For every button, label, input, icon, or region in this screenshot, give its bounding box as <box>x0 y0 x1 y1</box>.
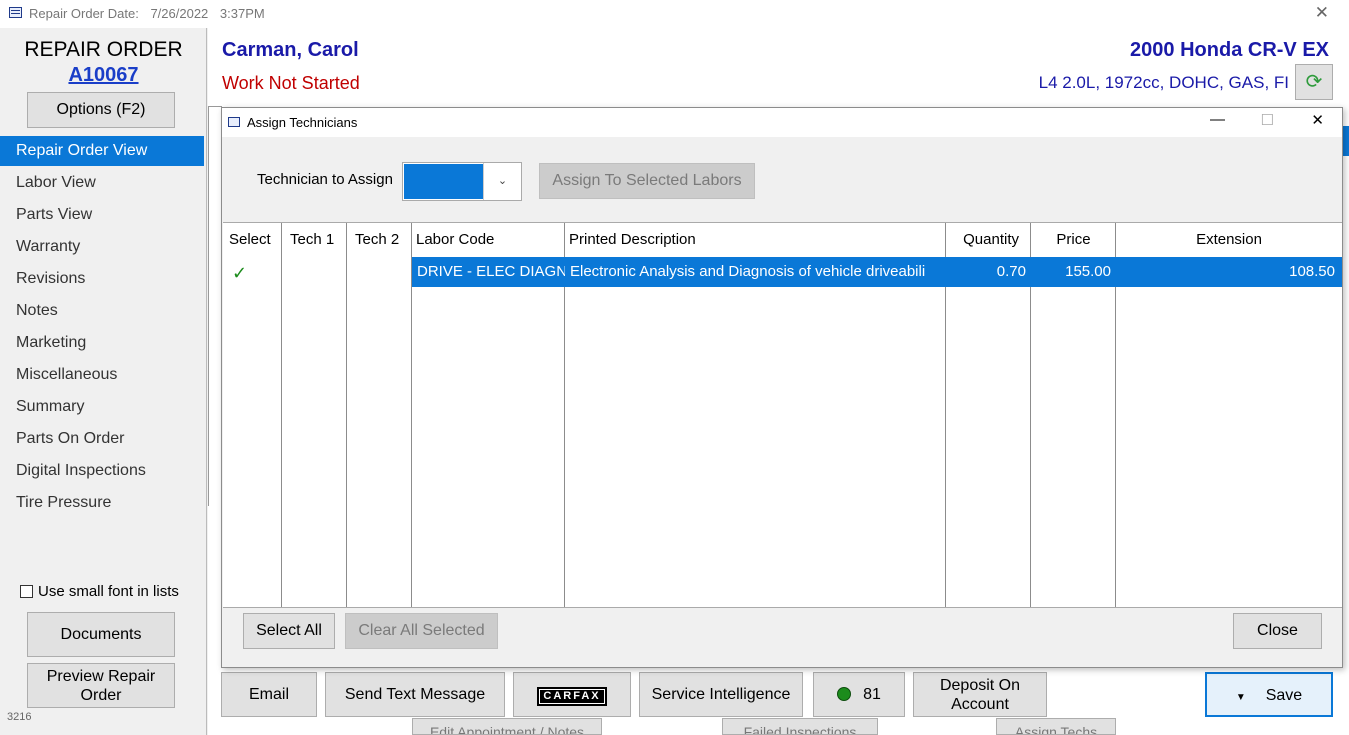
carfax-button[interactable]: CARFAX <box>513 672 631 717</box>
maximize-icon[interactable]: ☐ <box>1261 111 1274 129</box>
sidebar-item-parts-view[interactable]: Parts View <box>0 200 204 230</box>
deposit-label-line2: Account <box>951 696 1009 713</box>
column-tech1 <box>282 223 347 607</box>
header-tech1[interactable]: Tech 1 <box>284 223 347 256</box>
dialog-close-button[interactable]: Close <box>1233 613 1322 649</box>
chevron-down-icon[interactable]: ⌄ <box>483 163 521 200</box>
header-description[interactable]: Printed Description <box>563 223 944 256</box>
dialog-app-icon <box>228 117 240 127</box>
cell-extension[interactable]: 108.50 <box>1116 257 1342 287</box>
ro-date-label: Repair Order Date: <box>29 6 139 21</box>
sidebar-item-marketing[interactable]: Marketing <box>0 328 204 358</box>
work-status: Work Not Started <box>222 73 360 93</box>
small-font-label: Use small font in lists <box>38 583 179 600</box>
preview-label-line1: Preview Repair <box>46 668 156 685</box>
edit-appointment-button[interactable]: Edit Appointment / Notes <box>412 718 602 735</box>
column-tech2 <box>347 223 412 607</box>
repair-order-number[interactable]: A10067 <box>0 64 207 87</box>
technician-selected-value <box>404 164 484 199</box>
header-price[interactable]: Price <box>1031 223 1116 256</box>
cell-labor-code[interactable]: DRIVE - ELEC DIAGN <box>412 257 565 287</box>
sidebar-item-parts-on-order[interactable]: Parts On Order <box>0 424 204 454</box>
sidebar-item-notes[interactable]: Notes <box>0 296 204 326</box>
header-quantity[interactable]: Quantity <box>946 223 1025 256</box>
close-icon[interactable]: ✕ <box>1315 3 1329 23</box>
technician-select[interactable]: ⌄ <box>402 162 522 201</box>
status-count: 81 <box>863 686 881 703</box>
cell-description[interactable]: Electronic Analysis and Diagnosis of veh… <box>565 257 946 287</box>
window-title: Repair Order Date: 7/26/2022 3:37PM <box>29 6 273 21</box>
carfax-logo: CARFAX <box>537 687 607 706</box>
service-intelligence-button[interactable]: Service Intelligence <box>639 672 803 717</box>
sidebar-item-repair-order-view[interactable]: Repair Order View <box>0 136 204 166</box>
send-text-message-button[interactable]: Send Text Message <box>325 672 505 717</box>
sidebar-item-tire-pressure[interactable]: Tire Pressure <box>0 488 204 518</box>
email-button[interactable]: Email <box>221 672 317 717</box>
deposit-on-account-button[interactable]: Deposit On Account <box>913 672 1047 717</box>
sidebar-item-summary[interactable]: Summary <box>0 392 204 422</box>
labor-grid: Select Tech 1 Tech 2 Labor Code Printed … <box>223 222 1342 608</box>
header-extension[interactable]: Extension <box>1116 223 1342 256</box>
checkbox-box[interactable] <box>20 585 33 598</box>
window-titlebar: Repair Order Date: 7/26/2022 3:37PM ✕ <box>0 0 1349 28</box>
cell-quantity[interactable]: 0.70 <box>946 257 1031 287</box>
refresh-icon: ⟳ <box>1305 71 1323 93</box>
status-count-button[interactable]: 81 <box>813 672 905 717</box>
documents-button[interactable]: Documents <box>27 612 175 657</box>
assign-technicians-dialog: Assign Technicians — ☐ ✕ Technician to A… <box>221 107 1343 668</box>
dialog-close-icon[interactable]: ✕ <box>1311 111 1324 129</box>
refresh-button[interactable]: ⟳ <box>1295 64 1333 100</box>
version-label: 3216 <box>7 711 32 723</box>
clear-all-selected-button[interactable]: Clear All Selected <box>345 613 498 649</box>
engine-spec: L4 2.0L, 1972cc, DOHC, GAS, FI <box>1038 73 1289 92</box>
failed-inspections-button[interactable]: Failed Inspections <box>722 718 878 735</box>
sidebar-item-labor-view[interactable]: Labor View <box>0 168 204 198</box>
row-selected-check-icon[interactable]: ✓ <box>232 263 247 284</box>
app-icon <box>9 7 22 18</box>
repair-order-title: REPAIR ORDER <box>24 38 183 61</box>
customer-name: Carman, Carol <box>222 39 359 61</box>
status-dot-icon <box>837 687 852 701</box>
minimize-icon[interactable]: — <box>1210 111 1225 128</box>
select-all-button[interactable]: Select All <box>243 613 335 649</box>
sidebar-item-digital-inspections[interactable]: Digital Inspections <box>0 456 204 486</box>
header-labor-code[interactable]: Labor Code <box>410 223 563 256</box>
sidebar-item-revisions[interactable]: Revisions <box>0 264 204 294</box>
header-select[interactable]: Select <box>223 223 282 256</box>
preview-label-line2: Order <box>80 687 122 704</box>
header-tech2[interactable]: Tech 2 <box>349 223 412 256</box>
technician-to-assign-label: Technician to Assign <box>257 171 393 188</box>
save-label: Save <box>1265 687 1303 704</box>
preview-repair-order-button[interactable]: Preview Repair Order <box>27 663 175 708</box>
sidebar: REPAIR ORDER A10067 Options (F2) Repair … <box>0 28 207 735</box>
options-button[interactable]: Options (F2) <box>27 92 175 128</box>
save-button[interactable]: ▼ Save <box>1205 672 1333 717</box>
background-panel-edge <box>208 106 222 506</box>
small-font-checkbox[interactable]: Use small font in lists <box>20 583 179 600</box>
dialog-titlebar: Assign Technicians — ☐ ✕ <box>222 108 1342 137</box>
vehicle-name: 2000 Honda CR-V EX <box>1130 39 1329 61</box>
deposit-label-line1: Deposit On <box>939 677 1021 694</box>
sidebar-item-miscellaneous[interactable]: Miscellaneous <box>0 360 204 390</box>
dialog-title: Assign Technicians <box>247 115 358 130</box>
cell-price[interactable]: 155.00 <box>1031 257 1116 287</box>
save-dropdown-icon[interactable]: ▼ <box>1236 692 1246 703</box>
sidebar-item-warranty[interactable]: Warranty <box>0 232 204 262</box>
ro-date: 7/26/2022 <box>150 6 209 21</box>
assign-to-selected-labors-button[interactable]: Assign To Selected Labors <box>539 163 755 199</box>
assign-techs-button[interactable]: Assign Techs <box>996 718 1116 735</box>
ro-time: 3:37PM <box>219 6 265 21</box>
